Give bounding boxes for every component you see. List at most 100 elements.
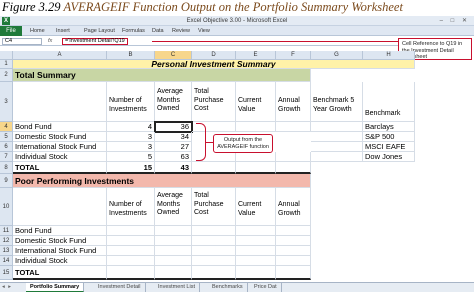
header2-average-months-owned[interactable]: Average Months Owned xyxy=(155,188,192,226)
cell-h6[interactable]: MSCI EAFE xyxy=(363,142,415,152)
row2-label-domestic-stock-fund[interactable]: Domestic Stock Fund xyxy=(13,236,107,246)
cell-c6[interactable]: 27 xyxy=(155,142,192,152)
row2-label-international-stock-fund[interactable]: International Stock Fund xyxy=(13,246,107,256)
column-header-b[interactable]: B xyxy=(107,51,155,60)
tab-view[interactable]: View xyxy=(198,26,210,36)
cell-e14[interactable] xyxy=(236,256,276,266)
total-label-2[interactable]: TOTAL xyxy=(13,266,107,280)
sheet-tab-investment-list[interactable]: Investment List xyxy=(154,283,200,292)
formula-input[interactable]: ='Investment Detail'!Q19 xyxy=(62,38,128,45)
cell-f12[interactable] xyxy=(276,236,311,246)
cell-c15[interactable] xyxy=(155,266,192,280)
cell-c14[interactable] xyxy=(155,256,192,266)
row-header-9[interactable]: 9 xyxy=(0,174,13,188)
cell-b11[interactable] xyxy=(107,226,155,236)
select-all-corner[interactable] xyxy=(0,51,13,60)
header-annual-growth[interactable]: Annual Growth xyxy=(276,82,311,122)
tab-home[interactable]: Home xyxy=(30,26,45,36)
row-label-domestic-stock-fund[interactable]: Domestic Stock Fund xyxy=(13,132,107,142)
header2-total-purchase-cost[interactable]: Total Purchase Cost xyxy=(192,188,236,226)
window-controls[interactable]: – □ ✕ xyxy=(440,17,470,24)
cell-d11[interactable] xyxy=(192,226,236,236)
row2-label-bond-fund[interactable]: Bond Fund xyxy=(13,226,107,236)
cell-h4[interactable]: Barclays xyxy=(363,122,415,132)
section-poor-performing[interactable]: Poor Performing Investments xyxy=(13,174,311,188)
row-header-4[interactable]: 4 xyxy=(0,122,13,132)
row-header-14[interactable]: 14 xyxy=(0,256,13,266)
cell-g7[interactable] xyxy=(311,152,363,162)
cell-b7[interactable]: 5 xyxy=(107,152,155,162)
row-header-10[interactable]: 10 xyxy=(0,188,13,226)
sheet-tab-portfolio-summary[interactable]: Portfolio Summary xyxy=(26,283,85,292)
cell-e15[interactable] xyxy=(236,266,276,280)
total-label-1[interactable]: TOTAL xyxy=(13,162,107,174)
cell-e12[interactable] xyxy=(236,236,276,246)
row-label-bond-fund[interactable]: Bond Fund xyxy=(13,122,107,132)
cell-c13[interactable] xyxy=(155,246,192,256)
tab-page-layout[interactable]: Page Layout xyxy=(84,26,115,36)
cell-g5[interactable] xyxy=(311,132,363,142)
row-header-8[interactable]: 8 xyxy=(0,162,13,174)
cell-c8[interactable]: 43 xyxy=(155,162,192,174)
cell-b12[interactable] xyxy=(107,236,155,246)
section-total-summary[interactable]: Total Summary xyxy=(13,69,311,82)
cell-f7[interactable] xyxy=(276,152,311,162)
column-header-e[interactable]: E xyxy=(236,51,276,60)
cell-b6[interactable]: 3 xyxy=(107,142,155,152)
cell-g6[interactable] xyxy=(311,142,363,152)
cell-f4[interactable] xyxy=(276,122,311,132)
row-header-6[interactable]: 6 xyxy=(0,142,13,152)
row-label-international-stock-fund[interactable]: International Stock Fund xyxy=(13,142,107,152)
sheet-tab-benchmarks[interactable]: Benchmarks xyxy=(208,283,248,292)
cell-f15[interactable] xyxy=(276,266,311,280)
name-box[interactable]: C4 xyxy=(2,38,42,45)
tab-insert[interactable]: Insert xyxy=(56,26,70,36)
header2-current-value[interactable]: Current Value xyxy=(236,188,276,226)
column-header-f[interactable]: F xyxy=(276,51,311,60)
header-number-of-investments[interactable]: Number of Investments xyxy=(107,82,155,122)
cell-g4[interactable] xyxy=(311,122,363,132)
sheet-title[interactable]: Personal Investment Summary xyxy=(13,60,415,69)
header-benchmark-5-year-growth[interactable]: Benchmark 5 Year Growth xyxy=(311,82,363,122)
column-header-d[interactable]: D xyxy=(192,51,236,60)
column-header-c[interactable]: C xyxy=(155,51,192,60)
header-cell-a3[interactable] xyxy=(13,82,107,122)
cell-e7[interactable] xyxy=(236,152,276,162)
fx-icon[interactable]: fx xyxy=(48,37,52,46)
cell-e8[interactable] xyxy=(236,162,276,174)
row-label-individual-stock[interactable]: Individual Stock xyxy=(13,152,107,162)
header-total-purchase-cost[interactable]: Total Purchase Cost xyxy=(192,82,236,122)
cell-c7[interactable]: 63 xyxy=(155,152,192,162)
cell-c4-selected[interactable]: 36 xyxy=(154,121,193,133)
row-header-1[interactable]: 1 xyxy=(0,60,13,69)
cell-b4[interactable]: 4 xyxy=(107,122,155,132)
column-header-h[interactable]: H xyxy=(363,51,415,60)
cell-h7[interactable]: Dow Jones xyxy=(363,152,415,162)
cell-b8[interactable]: 15 xyxy=(107,162,155,174)
cell-d15[interactable] xyxy=(192,266,236,280)
cell-f14[interactable] xyxy=(276,256,311,266)
sheet-nav-arrows-icon[interactable]: ◂ ▸ xyxy=(2,283,12,292)
cell-e11[interactable] xyxy=(236,226,276,236)
header-average-months-owned[interactable]: Average Months Owned xyxy=(155,82,192,122)
tab-data[interactable]: Data xyxy=(152,26,164,36)
file-tab[interactable]: File xyxy=(0,26,22,36)
column-header-g[interactable]: G xyxy=(311,51,363,60)
row-header-7[interactable]: 7 xyxy=(0,152,13,162)
cell-b15[interactable] xyxy=(107,266,155,280)
cell-c12[interactable] xyxy=(155,236,192,246)
row-header-5[interactable]: 5 xyxy=(0,132,13,142)
cell-c5[interactable]: 34 xyxy=(155,132,192,142)
column-header-a[interactable]: A xyxy=(13,51,107,60)
cell-f11[interactable] xyxy=(276,226,311,236)
cell-d12[interactable] xyxy=(192,236,236,246)
sheet-tab-investment-detail[interactable]: Investment Detail xyxy=(94,283,146,292)
header-current-value[interactable]: Current Value xyxy=(236,82,276,122)
header-benchmark[interactable]: Benchmark xyxy=(363,82,415,122)
header2-annual-growth[interactable]: Annual Growth xyxy=(276,188,311,226)
header-cell-a10[interactable] xyxy=(13,188,107,226)
cell-d8[interactable] xyxy=(192,162,236,174)
row-header-15[interactable]: 15 xyxy=(0,266,13,280)
cell-e13[interactable] xyxy=(236,246,276,256)
header2-number-of-investments[interactable]: Number of Investments xyxy=(107,188,155,226)
